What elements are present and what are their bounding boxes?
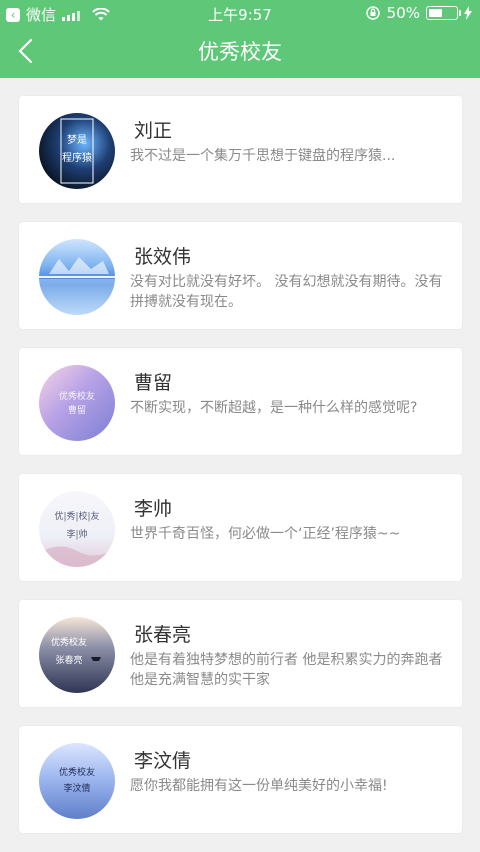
avatar: 优秀校友 李汶倩: [39, 743, 115, 819]
alumni-list: 梦是 程序猿 刘正 我不过是一个集万千思想于键盘的程序猿... 张效伟 没有对比…: [19, 96, 462, 852]
avatar: 优秀校友 曹留: [39, 365, 115, 441]
app-header: ‹ 微信 上午9:57 50% 优秀校友: [0, 0, 480, 78]
avatar-text-line2: 李汶倩: [63, 782, 90, 794]
battery-percent: 50%: [386, 4, 420, 22]
alumni-name: 李帅: [134, 498, 173, 520]
title-bar: 优秀校友: [0, 26, 480, 78]
avatar-image-icon: [39, 257, 115, 315]
alumni-card[interactable]: 优秀校友 曹留 曹留 不断实现，不断超越，是一种什么样的感觉呢?: [19, 348, 462, 455]
avatar-image-icon: 优秀校友 曹留: [59, 390, 95, 416]
avatar: 梦是 程序猿: [39, 113, 115, 189]
alumni-card[interactable]: 张效伟 没有对比就没有好坏。 没有幻想就没有期待。没有拼搏就没有现在。: [19, 222, 462, 329]
avatar-image-icon: 梦是 程序猿: [60, 118, 94, 184]
avatar-text-line1: 优|秀|校|友: [54, 510, 99, 522]
avatar-text-line1: 梦是: [67, 134, 87, 146]
alumni-name: 李汶倩: [134, 750, 192, 772]
alumni-bio: 他是有着独特梦想的前行者 他是积累实力的奔跑者 他是充满智慧的实干家: [130, 652, 443, 688]
avatar-text-line2: 张春亮: [55, 654, 82, 666]
rotation-lock-icon: [365, 6, 380, 20]
avatar: 优秀校友 张春亮: [39, 617, 115, 693]
alumni-name: 张效伟: [134, 246, 192, 268]
status-bar: ‹ 微信 上午9:57 50%: [0, 0, 480, 26]
alumni-bio: 世界千奇百怪，何必做一个‘正经’程序猿~~: [130, 526, 401, 542]
alumni-card[interactable]: 优秀校友 张春亮 张春亮 他是有着独特梦想的前行者 他是积累实力的奔跑者 他是充…: [19, 600, 462, 707]
avatar: 优|秀|校|友 李|帅: [39, 491, 115, 567]
alumni-card[interactable]: 优|秀|校|友 李|帅 李帅 世界千奇百怪，何必做一个‘正经’程序猿~~: [19, 474, 462, 581]
alumni-name: 张春亮: [134, 624, 192, 646]
avatar-text-line1: 优秀校友: [51, 636, 87, 648]
alumni-name: 曹留: [134, 372, 173, 394]
alumni-bio: 我不过是一个集万千思想于键盘的程序猿...: [130, 148, 396, 164]
avatar-text-line2: 程序猿: [62, 151, 92, 164]
avatar-text-line2: 曹留: [68, 404, 86, 416]
avatar-text-line1: 优秀校友: [59, 766, 95, 778]
avatar-image-icon: 优秀校友 李汶倩: [59, 766, 95, 794]
alumni-card[interactable]: 梦是 程序猿 刘正 我不过是一个集万千思想于键盘的程序猿...: [19, 96, 462, 203]
avatar-image-icon: 优|秀|校|友 李|帅: [39, 510, 115, 567]
status-right: 50%: [365, 4, 472, 22]
alumni-bio: 不断实现，不断超越，是一种什么样的感觉呢?: [130, 400, 418, 416]
battery-icon: [426, 6, 461, 20]
avatar-text-line2: 李|帅: [66, 528, 87, 540]
avatar-image-icon: 优秀校友 张春亮: [51, 636, 101, 666]
charging-icon: [464, 6, 472, 20]
avatar: [39, 239, 115, 315]
alumni-card[interactable]: 优秀校友 李汶倩 李汶倩 愿你我都能拥有这一份单纯美好的小幸福!: [19, 726, 462, 833]
avatar-text-line1: 优秀校友: [59, 390, 95, 402]
alumni-bio: 愿你我都能拥有这一份单纯美好的小幸福!: [130, 778, 388, 794]
alumni-name: 刘正: [134, 120, 173, 142]
alumni-bio: 没有对比就没有好坏。 没有幻想就没有期待。没有拼搏就没有现在。: [130, 274, 443, 310]
page-title: 优秀校友: [198, 40, 282, 64]
